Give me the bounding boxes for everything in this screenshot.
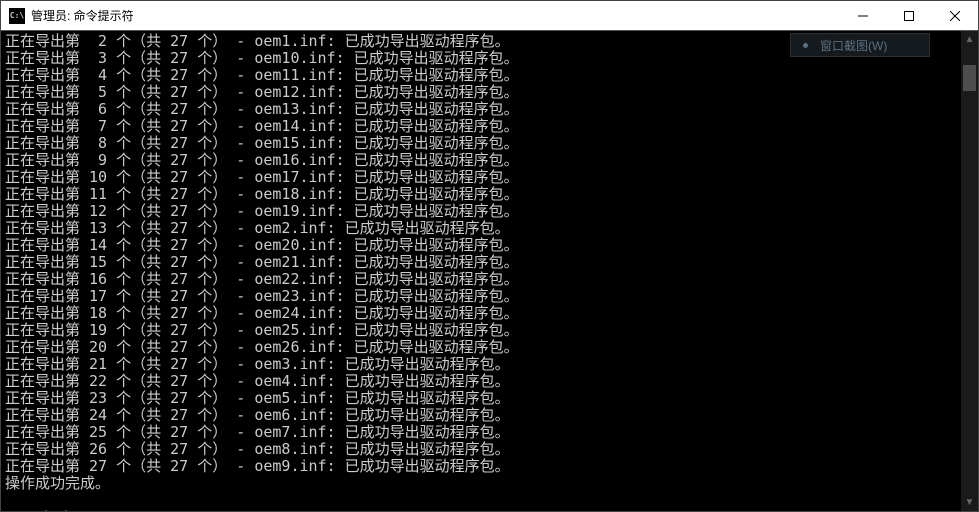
window-title: 管理员: 命令提示符 (31, 7, 840, 24)
maximize-icon (904, 11, 914, 21)
bullet-icon (803, 43, 808, 48)
scroll-up-icon[interactable]: ▲ (961, 31, 978, 48)
console-output[interactable]: 正在导出第 2 个（共 27 个） - oem1.inf: 已成功导出驱动程序包… (1, 31, 961, 511)
close-icon (950, 11, 960, 21)
minimize-button[interactable] (840, 1, 886, 30)
overlay-label: 窗口截图(W) (820, 37, 887, 54)
screenshot-overlay-button[interactable]: 窗口截图(W) (790, 33, 930, 57)
window-frame: C:\ 管理员: 命令提示符 正在导出第 2 个（共 27 个） - oem1.… (0, 0, 979, 512)
client-area: 正在导出第 2 个（共 27 个） - oem1.inf: 已成功导出驱动程序包… (1, 31, 978, 511)
close-button[interactable] (932, 1, 978, 30)
titlebar[interactable]: C:\ 管理员: 命令提示符 (1, 1, 978, 31)
minimize-icon (858, 11, 868, 21)
scroll-thumb[interactable] (963, 65, 976, 91)
app-icon: C:\ (9, 8, 25, 24)
maximize-button[interactable] (886, 1, 932, 30)
vertical-scrollbar[interactable]: ▲ ▼ (961, 31, 978, 511)
window-controls (840, 1, 978, 30)
scroll-down-icon[interactable]: ▼ (961, 494, 978, 511)
